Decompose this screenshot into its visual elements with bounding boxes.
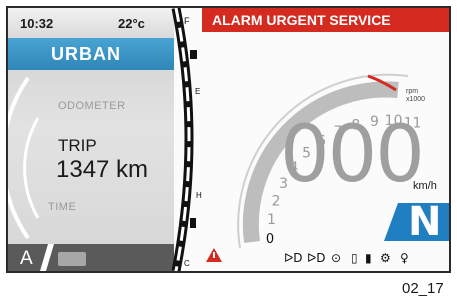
wrench-icon: ⚙ — [380, 251, 391, 265]
rpm-tick-label: 1 — [267, 212, 276, 228]
gear-letter: N — [408, 199, 442, 245]
rpm-unit: rpm x1000 — [406, 88, 425, 104]
speed-value: 000 — [280, 110, 425, 200]
warning-icon — [206, 248, 222, 262]
key-icon: ♀ — [400, 251, 409, 265]
rpm-unit-line1: rpm — [406, 88, 419, 95]
oil-icon: ▮ — [365, 251, 372, 265]
rpm-unit-line2: x1000 — [406, 96, 426, 103]
service-icon: ⊙ — [331, 251, 342, 265]
fog-light-icon: ᐅD — [307, 251, 326, 265]
figure-caption: 02_17 — [402, 280, 444, 297]
low-beam-icon: ᐅD — [284, 251, 303, 265]
speed-unit: km/h — [413, 180, 437, 192]
dashboard-display: 10:32 22°c URBAN ODOMETER TRIP 1347 km T… — [6, 6, 451, 273]
rpm-tick-label: 0 — [266, 232, 274, 247]
battery-icon: ▯ — [351, 251, 358, 265]
